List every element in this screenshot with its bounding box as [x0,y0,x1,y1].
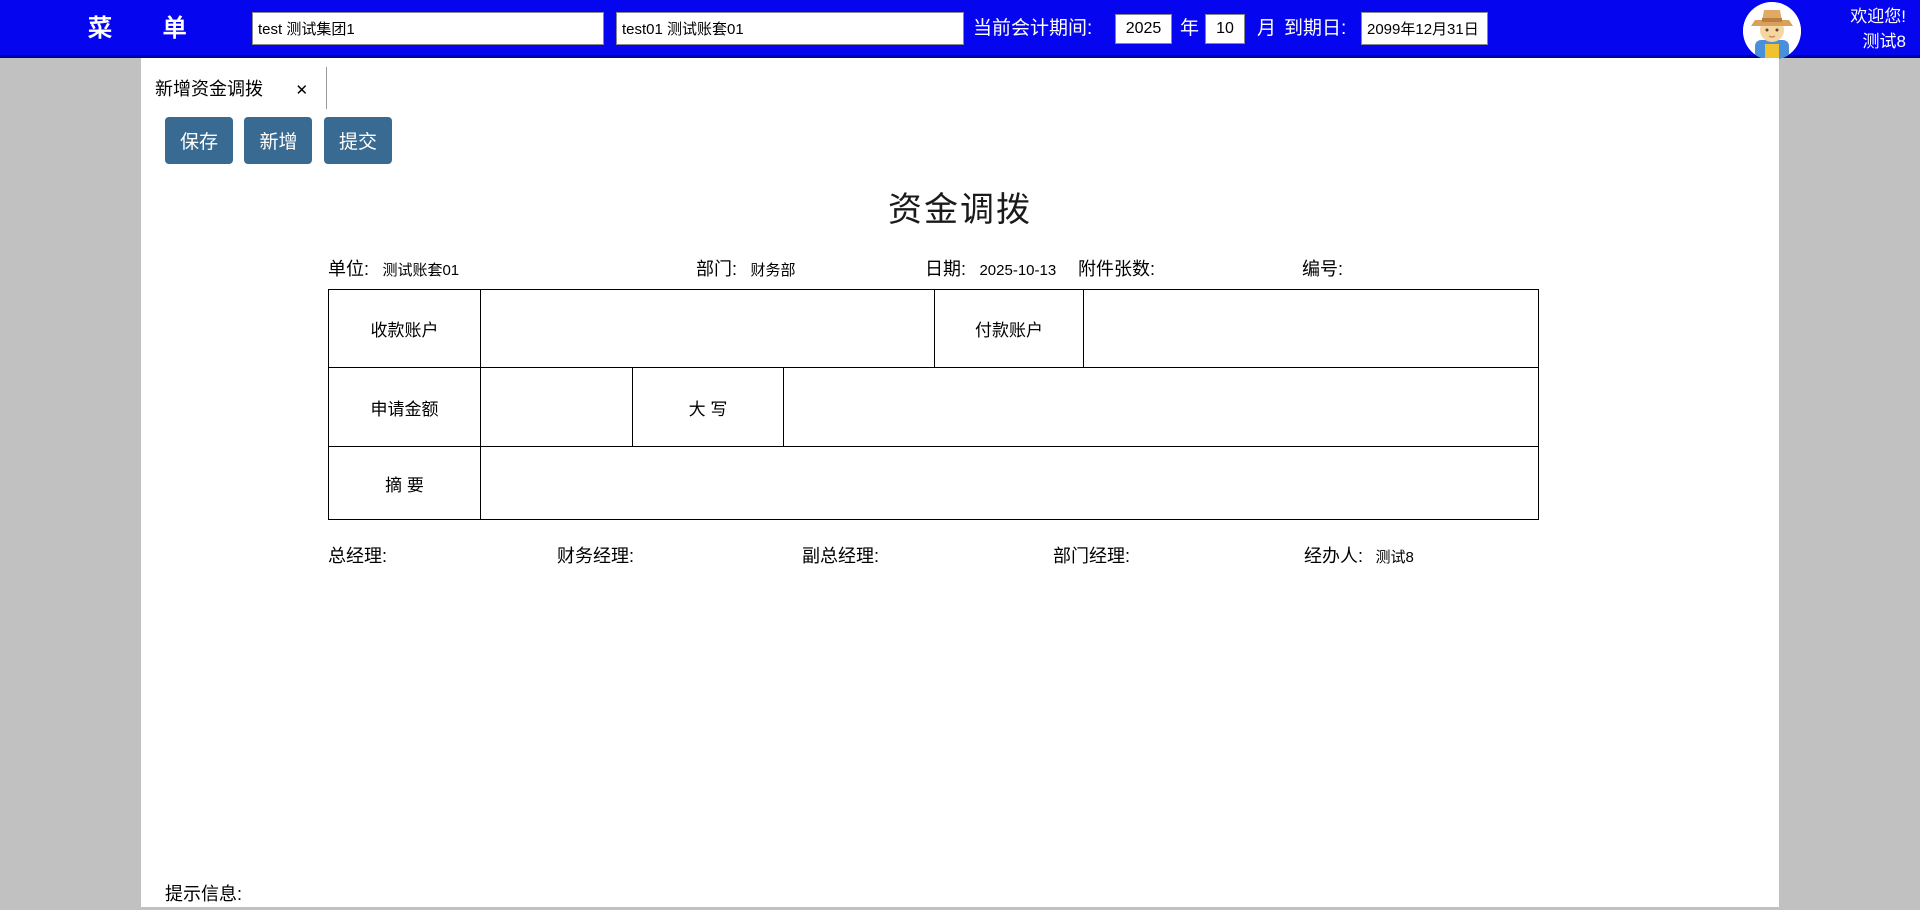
amount-label: 申请金额 [328,367,481,447]
attachment-count-label: 附件张数: [1078,259,1156,279]
expiry-date-input[interactable] [1361,12,1488,45]
user-avatar[interactable] [1743,2,1801,60]
unit-value: 测试账套01 [382,262,460,279]
expiry-date-label: 到期日: [1284,18,1347,39]
handler-field: 经办人: 测试8 [1304,542,1414,568]
department-field: 部门: 财务部 [696,255,795,281]
year-input[interactable] [1115,14,1172,44]
unit-field: 单位: 测试账套01 [328,255,459,281]
summary-cell[interactable] [479,446,1540,520]
account-set-input[interactable] [616,12,964,45]
tab-new-fund-transfer[interactable]: 新增资金调拨 ✕ [153,67,328,109]
date-value: 2025-10-13 [979,262,1057,279]
department-label: 部门: [696,259,738,279]
fund-transfer-form: 单位: 测试账套01 部门: 财务部 日期: 2025-10-13 附件张数: … [328,255,1540,568]
toolbar: 保存 新增 提交 [165,117,1779,164]
table-row-summary: 摘 要 [328,446,1540,520]
amount-caps-cell[interactable] [782,367,1540,447]
finance-manager-field: 财务经理: [557,542,634,568]
tab-bar: 新增资金调拨 ✕ [141,58,1779,109]
department-value: 财务部 [750,262,796,279]
year-unit-label: 年 [1180,18,1200,39]
menu-button[interactable]: 菜 单 [88,0,209,58]
unit-label: 单位: [328,259,370,279]
accounting-period-label: 当前会计期间: [973,18,1093,39]
receive-account-cell[interactable] [479,289,936,368]
tab-close-icon[interactable]: ✕ [295,82,308,99]
handler-label: 经办人: [1304,546,1364,566]
document-title: 资金调拨 [888,191,1032,229]
group-input[interactable] [252,12,604,45]
handler-value: 测试8 [1375,549,1414,566]
welcome-username: 测试8 [1862,32,1906,51]
amount-caps-label: 大 写 [632,367,784,447]
general-manager-label: 总经理: [328,546,388,566]
receive-account-label: 收款账户 [328,289,481,368]
pay-account-label: 付款账户 [934,289,1085,368]
deputy-general-manager-field: 副总经理: [802,542,879,568]
pay-account-cell[interactable] [1083,289,1540,368]
welcome-line: 欢迎您! [1850,7,1906,26]
save-button[interactable]: 保存 [165,117,234,164]
tab-title: 新增资金调拨 [155,79,263,99]
document-number-field: 编号: [1302,255,1352,281]
general-manager-field: 总经理: [328,542,387,568]
finance-manager-label: 财务经理: [557,546,635,566]
fund-transfer-table: 收款账户 付款账户 申请金额 大 写 摘 要 [328,289,1540,520]
signature-row: 总经理: 财务经理: 副总经理: 部门经理: 经办人: 测试8 [328,542,1538,568]
main-content: 新增资金调拨 ✕ 保存 新增 提交 资金调拨 单位: 测试账套01 部门: 财务… [141,58,1779,907]
submit-button[interactable]: 提交 [323,117,392,164]
month-input[interactable] [1205,14,1245,44]
top-header: 菜 单 当前会计期间: 年 月 到期日: 欢迎您! 测试8 [0,0,1920,60]
table-row-amount: 申请金额 大 写 [328,367,1540,447]
farmer-avatar-icon [1743,2,1801,60]
summary-label: 摘 要 [328,446,481,520]
date-label: 日期: [925,259,967,279]
attachment-count-field: 附件张数: [1078,255,1164,281]
deputy-general-manager-label: 副总经理: [802,546,880,566]
document-number-label: 编号: [1302,259,1344,279]
month-unit-label: 月 [1257,18,1277,39]
form-info-row: 单位: 测试账套01 部门: 财务部 日期: 2025-10-13 附件张数: … [328,255,1538,283]
department-manager-label: 部门经理: [1053,546,1131,566]
date-field: 日期: 2025-10-13 [925,255,1056,281]
welcome-text: 欢迎您! 测试8 [1850,4,1906,54]
amount-cell[interactable] [480,367,633,447]
table-row-accounts: 收款账户 付款账户 [328,289,1540,368]
hint-message-label: 提示信息: [165,884,243,904]
add-button[interactable]: 新增 [244,117,313,164]
department-manager-field: 部门经理: [1053,542,1130,568]
